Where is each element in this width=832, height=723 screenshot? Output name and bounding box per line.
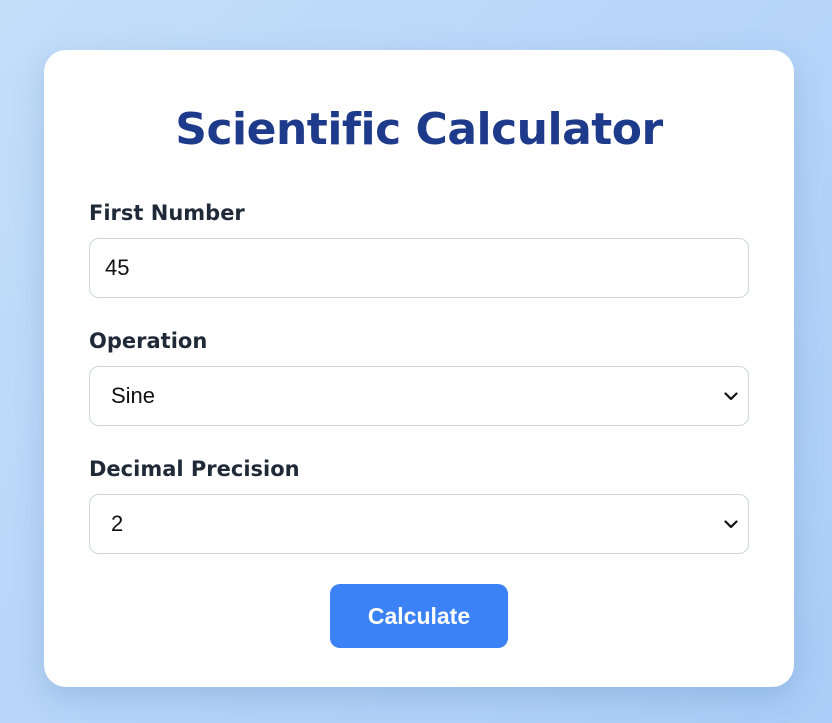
operation-selected-value: Sine [111,383,156,408]
chevron-down-icon [722,387,740,405]
calculate-button[interactable]: Calculate [330,584,508,648]
precision-select[interactable]: 2 [89,494,749,554]
button-row: Calculate [89,584,749,648]
page-title: Scientific Calculator [175,104,663,155]
operation-label: Operation [89,329,208,353]
first-number-value: 45 [105,255,130,280]
first-number-input[interactable]: 45 [89,238,749,298]
precision-label: Decimal Precision [89,457,300,481]
precision-selected-value: 2 [111,511,124,536]
chevron-down-icon [722,515,740,533]
first-number-label: First Number [89,201,245,225]
calculator-card: Scientific Calculator First Number 45 Op… [44,50,794,687]
operation-select[interactable]: Sine [89,366,749,426]
